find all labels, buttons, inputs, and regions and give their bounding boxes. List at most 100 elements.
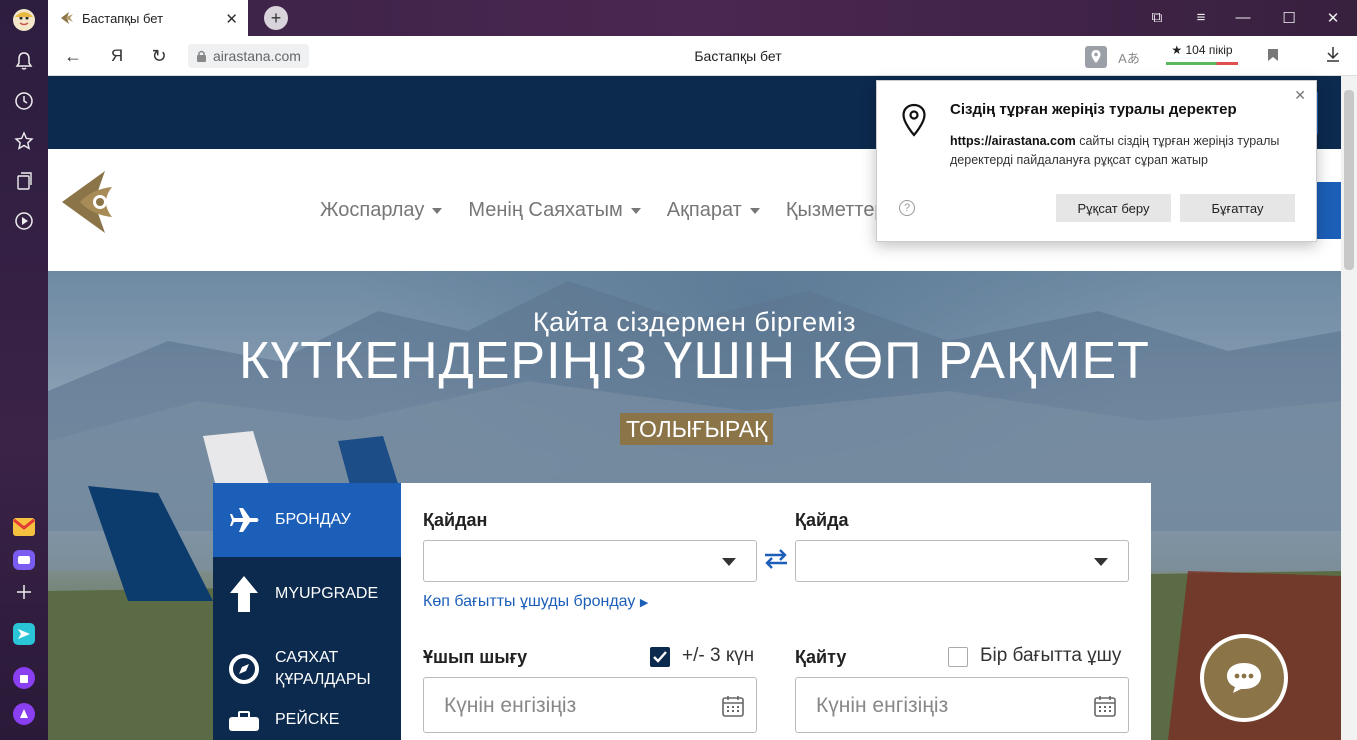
close-icon[interactable]: ✕: [1294, 87, 1306, 104]
menu-label: Қызметтер: [785, 199, 886, 221]
browser-sidebar: [0, 0, 48, 740]
mail-icon[interactable]: [12, 515, 36, 539]
main-menu: Жоспарлау Менің Саяхатым Ақпарат Қызметт…: [320, 199, 886, 222]
arrow-up-icon: [213, 575, 275, 613]
flex-dates-checkbox[interactable]: [650, 647, 670, 667]
swap-icon[interactable]: [763, 547, 789, 571]
depart-date-placeholder: Күнін енгізіңіз: [444, 694, 577, 717]
return-label: Қайту: [795, 647, 847, 667]
allow-button[interactable]: Рұқсат беру: [1056, 194, 1171, 222]
return-date-placeholder: Күнін енгізіңіз: [816, 694, 949, 717]
tabs-icon[interactable]: ⧉: [1148, 9, 1166, 26]
multi-city-link[interactable]: Көп бағытты ұшуды брондау ▶: [423, 593, 648, 611]
chevron-down-icon: [749, 207, 760, 214]
chevron-right-icon: ▶: [639, 597, 649, 609]
market-icon[interactable]: [12, 666, 36, 690]
back-icon[interactable]: ←: [62, 46, 84, 67]
scrollbar-thumb[interactable]: [1344, 90, 1354, 270]
video-icon[interactable]: [12, 209, 36, 233]
minimize-icon[interactable]: —: [1234, 9, 1252, 26]
location-permission-popup: Сіздің тұрған жеріңіз туралы деректер ht…: [876, 80, 1317, 242]
calendar-icon: [1094, 696, 1116, 717]
chevron-down-icon: [722, 558, 736, 566]
chevron-down-icon: [1094, 558, 1108, 566]
help-icon[interactable]: ?: [899, 200, 915, 216]
menu-label: Ақпарат: [666, 199, 742, 221]
collections-icon[interactable]: [12, 169, 36, 193]
block-button[interactable]: Бұғаттау: [1180, 194, 1295, 222]
permission-title: Сіздің тұрған жеріңіз туралы деректер: [950, 101, 1237, 118]
close-tab-icon[interactable]: ✕: [225, 10, 238, 28]
depart-label: Ұшып шығу: [423, 647, 528, 667]
menu-label: Жоспарлау: [320, 199, 425, 221]
permission-text: https://airastana.com сайты сіздің тұрға…: [950, 132, 1290, 170]
to-select[interactable]: [795, 540, 1129, 582]
menu-item-planning[interactable]: Жоспарлау: [320, 199, 443, 222]
booking-form: Қайдан Қайда Көп бағытты ұшуды брондау ▶…: [401, 483, 1151, 740]
hero-title: КҮТКЕНДЕРІҢІЗ ҮШІН КӨП РАҚМЕТ: [239, 332, 1150, 390]
alice-chat-icon[interactable]: [12, 622, 36, 646]
bookmark-icon[interactable]: [1262, 46, 1284, 67]
chevron-down-icon: [630, 207, 641, 214]
flex-dates-label: +/- 3 күн: [682, 645, 755, 666]
chat-button[interactable]: [1200, 634, 1288, 722]
multi-city-label: Көп бағытты ұшуды брондау: [423, 593, 636, 610]
menu-label: Менің Саяхатым: [468, 199, 623, 221]
tab-title: Бастапқы бет: [82, 10, 164, 26]
tab-checkin-label: РЕЙСКЕ: [275, 711, 340, 728]
location-pin-icon: [902, 103, 926, 137]
maximize-icon[interactable]: ☐: [1280, 9, 1298, 27]
download-icon[interactable]: [1322, 46, 1344, 67]
bell-icon[interactable]: [12, 49, 36, 73]
assistant-icon[interactable]: [12, 702, 36, 726]
airplane-icon: [213, 505, 275, 535]
to-label: Қайда: [795, 510, 849, 530]
messenger-icon[interactable]: [12, 548, 36, 572]
tab-myupgrade[interactable]: MYUPGRADE: [213, 557, 401, 631]
tab-travel-tools[interactable]: САЯХАТ ҚҰРАЛДАРЫ: [213, 631, 401, 707]
one-way-checkbox[interactable]: [948, 647, 968, 667]
url-text: airastana.com: [213, 48, 301, 64]
airastana-logo-icon[interactable]: [60, 167, 120, 237]
alice-icon[interactable]: [12, 8, 36, 32]
close-window-icon[interactable]: ✕: [1324, 9, 1342, 27]
compass-icon: [213, 653, 275, 685]
history-icon[interactable]: [12, 89, 36, 113]
menu-item-services[interactable]: Қызметтер: [786, 199, 886, 222]
address-bar: ← Я ↻ airastana.com Бастапқы бет Aあ ★ 10…: [48, 36, 1357, 76]
title-bar: Бастапқы бет ✕ + ⧉ ≡ — ☐ ✕: [48, 0, 1357, 36]
star-icon[interactable]: [12, 129, 36, 153]
hero-more-button[interactable]: ТОЛЫҒЫРАҚ: [620, 413, 774, 445]
menu-item-my-trip[interactable]: Менің Саяхатым: [468, 199, 641, 222]
menu-item-info[interactable]: Ақпарат: [667, 199, 760, 222]
from-select[interactable]: [423, 540, 757, 582]
tab-booking[interactable]: БРОНДАУ: [213, 483, 401, 557]
chat-bubble-icon: [1227, 663, 1261, 693]
tab-myupgrade-label: MYUPGRADE: [275, 585, 379, 602]
one-way-label: Бір бағытта ұшу: [980, 645, 1122, 666]
return-date-input[interactable]: Күнін енгізіңіз: [795, 677, 1129, 733]
tab-home[interactable]: Бастапқы бет ✕: [48, 0, 248, 36]
new-tab-button[interactable]: +: [264, 6, 288, 30]
depart-date-input[interactable]: Күнін енгізіңіз: [423, 677, 757, 733]
booking-tabs: БРОНДАУ MYUPGRADE САЯХАТ ҚҰРАЛДАРЫ РЕЙСК…: [213, 483, 401, 740]
permission-site: https://airastana.com: [950, 134, 1076, 148]
suitcase-icon: [213, 711, 275, 731]
reload-icon[interactable]: ↻: [148, 46, 170, 67]
reviews-rating-bar: [1166, 62, 1238, 65]
calendar-icon: [722, 696, 744, 717]
location-permission-icon[interactable]: [1085, 46, 1107, 68]
page-scrollbar[interactable]: [1341, 76, 1357, 740]
tab-travel-tools-label: САЯХАТ ҚҰРАЛДАРЫ: [275, 649, 371, 688]
menu-icon[interactable]: ≡: [1192, 9, 1210, 26]
lock-icon: [197, 50, 206, 62]
airastana-favicon-icon: [61, 12, 73, 24]
page-title: Бастапқы бет: [694, 48, 782, 64]
yandex-icon[interactable]: Я: [106, 46, 128, 66]
reviews-badge[interactable]: ★ 104 пікір: [1166, 43, 1238, 57]
translate-icon[interactable]: Aあ: [1118, 48, 1140, 67]
add-icon[interactable]: [12, 580, 36, 604]
chevron-down-icon: [432, 207, 443, 214]
url-field[interactable]: airastana.com: [188, 44, 309, 68]
tab-checkin[interactable]: РЕЙСКЕ: [213, 711, 401, 740]
